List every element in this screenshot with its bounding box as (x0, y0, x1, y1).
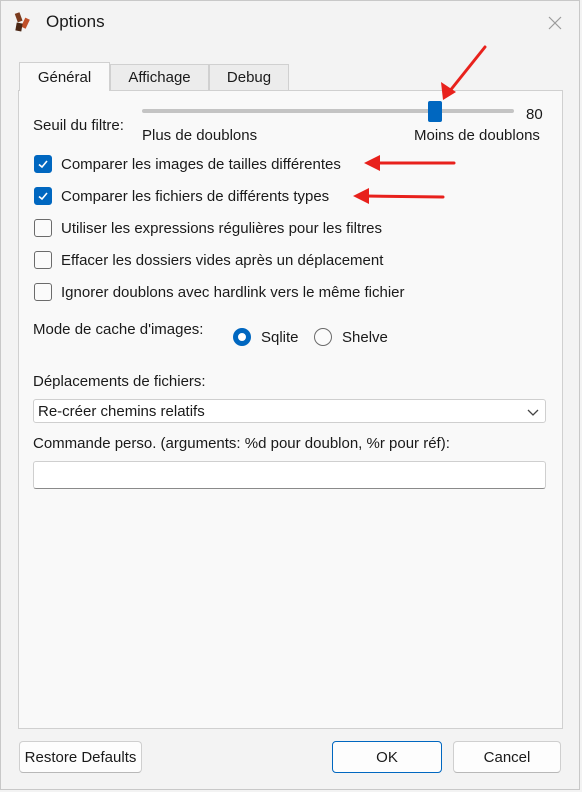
checkbox-delete-empty-folders[interactable] (34, 251, 52, 269)
cancel-button[interactable]: Cancel (453, 741, 561, 773)
filter-max-label: Moins de doublons (414, 127, 540, 144)
radio-shelve-label[interactable]: Shelve (342, 329, 388, 346)
checkbox-ignore-hardlinks-label[interactable]: Ignorer doublons avec hardlink vers le m… (61, 284, 405, 301)
checkbox-delete-empty-folders-label[interactable]: Effacer les dossiers vides après un dépl… (61, 252, 383, 269)
checkmark-icon (38, 192, 48, 201)
checkbox-compare-sizes[interactable] (34, 155, 52, 173)
restore-defaults-button[interactable]: Restore Defaults (19, 741, 142, 773)
chevron-down-icon (527, 405, 539, 422)
checkbox-use-regex[interactable] (34, 219, 52, 237)
filter-value: 80 (526, 106, 543, 123)
move-select-value: Re-créer chemins relatifs (38, 403, 205, 420)
radio-shelve[interactable] (314, 328, 332, 346)
filter-min-label: Plus de doublons (142, 127, 258, 144)
checkmark-icon (38, 160, 48, 169)
filter-label: Seuil du filtre: (33, 117, 124, 134)
custom-command-label: Commande perso. (arguments: %d pour doub… (33, 435, 450, 452)
ok-button[interactable]: OK (332, 741, 442, 773)
checkbox-compare-types[interactable] (34, 187, 52, 205)
checkbox-use-regex-label[interactable]: Utiliser les expressions régulières pour… (61, 220, 382, 237)
radio-sqlite-label[interactable]: Sqlite (261, 329, 299, 346)
move-label: Déplacements de fichiers: (33, 373, 206, 390)
checkbox-compare-types-label[interactable]: Comparer les fichiers de différents type… (61, 188, 329, 205)
radio-sqlite[interactable] (233, 328, 251, 346)
custom-command-input[interactable] (33, 461, 546, 489)
filter-slider-track[interactable] (142, 109, 514, 113)
checkbox-compare-sizes-label[interactable]: Comparer les images de tailles différent… (61, 156, 341, 173)
cache-mode-label: Mode de cache d'images: (33, 321, 204, 338)
move-select[interactable]: Re-créer chemins relatifs (33, 399, 546, 423)
filter-slider-handle[interactable] (428, 101, 443, 122)
checkbox-ignore-hardlinks[interactable] (34, 283, 52, 301)
